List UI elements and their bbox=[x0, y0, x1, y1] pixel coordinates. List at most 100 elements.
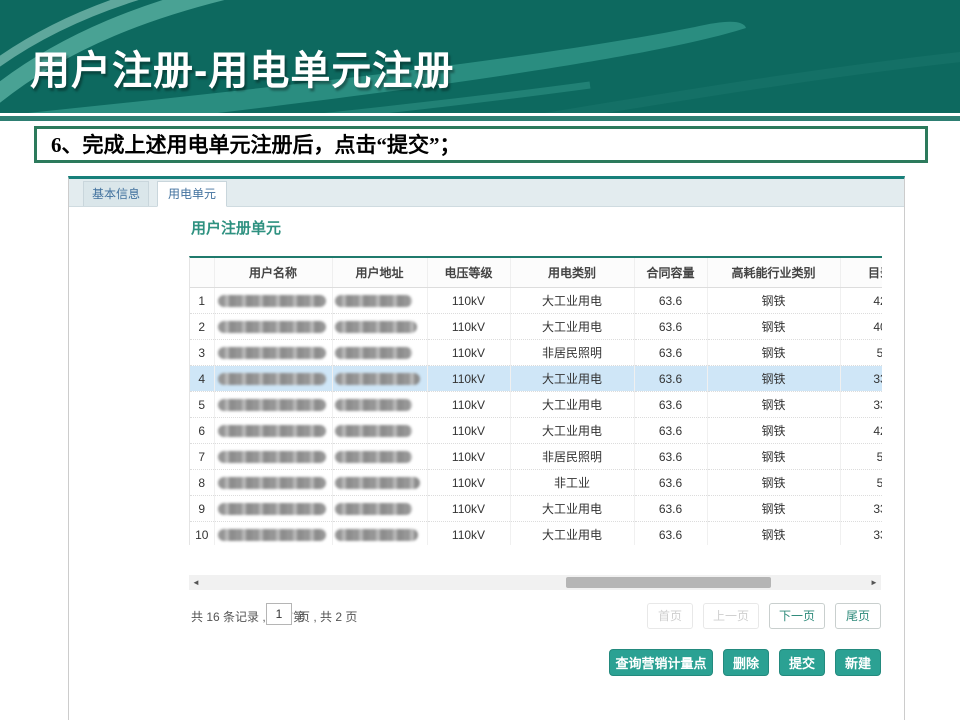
table-row[interactable]: 3 110kV 非居民照明 63.6 钢铁 5 bbox=[190, 340, 882, 366]
scroll-left-arrow-icon[interactable]: ◄ bbox=[189, 575, 203, 590]
instruction-text: 6、完成上述用电单元注册后，点击“提交”； bbox=[51, 131, 461, 159]
user-name-cell bbox=[214, 444, 332, 470]
industry-category-cell: 钢铁 bbox=[707, 288, 840, 314]
last-page-button[interactable]: 尾页 bbox=[835, 603, 881, 629]
redacted-user-address bbox=[335, 347, 412, 359]
query-metering-points-button[interactable]: 查询营销计量点 bbox=[609, 649, 713, 676]
electricity-category-cell: 大工业用电 bbox=[510, 392, 634, 418]
user-name-cell bbox=[214, 314, 332, 340]
table-row[interactable]: 1 110kV 大工业用电 63.6 钢铁 42 bbox=[190, 288, 882, 314]
electricity-category-cell: 大工业用电 bbox=[510, 288, 634, 314]
redacted-user-name bbox=[218, 503, 326, 515]
redacted-user-address bbox=[335, 529, 419, 541]
electricity-category-cell: 非居民照明 bbox=[510, 444, 634, 470]
new-button[interactable]: 新建 bbox=[835, 649, 881, 676]
col-header-contract-capacity: 合同容量 bbox=[634, 258, 707, 288]
prev-page-button[interactable]: 上一页 bbox=[703, 603, 759, 629]
record-summary-suffix: 页 , 共 2 页 bbox=[298, 608, 357, 625]
pagination-bar: 共 16 条记录 , 当前第 页 , 共 2 页 首页 上一页 下一页 尾页 bbox=[69, 603, 904, 631]
row-number: 6 bbox=[190, 418, 214, 444]
voltage-level-cell: 110kV bbox=[427, 496, 510, 522]
row-number: 2 bbox=[190, 314, 214, 340]
contract-capacity-cell: 63.6 bbox=[634, 314, 707, 340]
electricity-category-cell: 大工业用电 bbox=[510, 418, 634, 444]
user-name-cell bbox=[214, 522, 332, 546]
table-row[interactable]: 9 110kV 大工业用电 63.6 钢铁 33 bbox=[190, 496, 882, 522]
industry-category-cell: 钢铁 bbox=[707, 496, 840, 522]
table-row[interactable]: 10 110kV 大工业用电 63.6 钢铁 33 bbox=[190, 522, 882, 546]
user-address-cell bbox=[332, 392, 427, 418]
contract-capacity-cell: 63.6 bbox=[634, 340, 707, 366]
electricity-category-cell: 大工业用电 bbox=[510, 522, 634, 546]
submit-button[interactable]: 提交 bbox=[779, 649, 825, 676]
col-header-voltage-level: 电压等级 bbox=[427, 258, 510, 288]
user-name-cell bbox=[214, 340, 332, 366]
contract-capacity-cell: 63.6 bbox=[634, 522, 707, 546]
table-row[interactable]: 7 110kV 非居民照明 63.6 钢铁 5 bbox=[190, 444, 882, 470]
voltage-level-cell: 110kV bbox=[427, 314, 510, 340]
page-number-input[interactable] bbox=[266, 603, 292, 625]
table-header-row: 用户名称 用户地址 电压等级 用电类别 合同容量 高耗能行业类别 目录 bbox=[190, 258, 882, 288]
delete-button[interactable]: 删除 bbox=[723, 649, 769, 676]
redacted-user-address bbox=[335, 321, 418, 333]
contract-capacity-cell: 63.6 bbox=[634, 288, 707, 314]
contract-capacity-cell: 63.6 bbox=[634, 496, 707, 522]
redacted-user-name bbox=[218, 451, 326, 463]
electricity-category-cell: 大工业用电 bbox=[510, 496, 634, 522]
contract-capacity-cell: 63.6 bbox=[634, 444, 707, 470]
catalog-cell: 5 bbox=[840, 444, 882, 470]
units-table: 用户名称 用户地址 电压等级 用电类别 合同容量 高耗能行业类别 目录 1 11… bbox=[190, 258, 882, 545]
user-name-cell bbox=[214, 496, 332, 522]
catalog-cell: 42 bbox=[840, 418, 882, 444]
scroll-right-arrow-icon[interactable]: ► bbox=[867, 575, 881, 590]
industry-category-cell: 钢铁 bbox=[707, 366, 840, 392]
electricity-category-cell: 非工业 bbox=[510, 470, 634, 496]
redacted-user-name bbox=[218, 295, 326, 307]
app-window: 基本信息 用电单元 用户注册单元 用户名称 用户地址 电压等级 用电类别 bbox=[68, 176, 905, 720]
row-number: 9 bbox=[190, 496, 214, 522]
voltage-level-cell: 110kV bbox=[427, 340, 510, 366]
first-page-button[interactable]: 首页 bbox=[647, 603, 693, 629]
col-header-industry-category: 高耗能行业类别 bbox=[707, 258, 840, 288]
catalog-cell: 5 bbox=[840, 470, 882, 496]
table-row[interactable]: 6 110kV 大工业用电 63.6 钢铁 42 bbox=[190, 418, 882, 444]
slide: 用户注册-用电单元注册 6、完成上述用电单元注册后，点击“提交”； 基本信息 用… bbox=[0, 0, 960, 720]
slide-header-band: 用户注册-用电单元注册 bbox=[0, 0, 960, 113]
user-address-cell bbox=[332, 522, 427, 546]
user-address-cell bbox=[332, 340, 427, 366]
scrollbar-thumb[interactable] bbox=[566, 577, 771, 588]
next-page-button[interactable]: 下一页 bbox=[769, 603, 825, 629]
section-title: 用户注册单元 bbox=[191, 217, 281, 238]
table-row[interactable]: 4 110kV 大工业用电 63.6 钢铁 33 bbox=[190, 366, 882, 392]
industry-category-cell: 钢铁 bbox=[707, 444, 840, 470]
table-row[interactable]: 2 110kV 大工业用电 63.6 钢铁 40 bbox=[190, 314, 882, 340]
industry-category-cell: 钢铁 bbox=[707, 392, 840, 418]
user-address-cell bbox=[332, 288, 427, 314]
row-number: 3 bbox=[190, 340, 214, 366]
tab-basic-info[interactable]: 基本信息 bbox=[83, 181, 149, 206]
row-number: 8 bbox=[190, 470, 214, 496]
voltage-level-cell: 110kV bbox=[427, 366, 510, 392]
tab-electric-unit[interactable]: 用电单元 bbox=[157, 181, 227, 207]
redacted-user-address bbox=[335, 425, 412, 437]
row-number: 1 bbox=[190, 288, 214, 314]
user-name-cell bbox=[214, 470, 332, 496]
contract-capacity-cell: 63.6 bbox=[634, 366, 707, 392]
redacted-user-address bbox=[335, 295, 412, 307]
catalog-cell: 33 bbox=[840, 522, 882, 546]
electricity-category-cell: 非居民照明 bbox=[510, 340, 634, 366]
row-number: 4 bbox=[190, 366, 214, 392]
voltage-level-cell: 110kV bbox=[427, 288, 510, 314]
table-row[interactable]: 8 110kV 非工业 63.6 钢铁 5 bbox=[190, 470, 882, 496]
voltage-level-cell: 110kV bbox=[427, 522, 510, 546]
horizontal-scrollbar[interactable]: ◄ ► bbox=[189, 575, 881, 590]
industry-category-cell: 钢铁 bbox=[707, 314, 840, 340]
table-row[interactable]: 5 110kV 大工业用电 63.6 钢铁 33 bbox=[190, 392, 882, 418]
voltage-level-cell: 110kV bbox=[427, 470, 510, 496]
user-address-cell bbox=[332, 470, 427, 496]
redacted-user-name bbox=[218, 477, 326, 489]
col-header-user-name: 用户名称 bbox=[214, 258, 332, 288]
redacted-user-name bbox=[218, 347, 326, 359]
user-address-cell bbox=[332, 444, 427, 470]
redacted-user-address bbox=[335, 399, 412, 411]
